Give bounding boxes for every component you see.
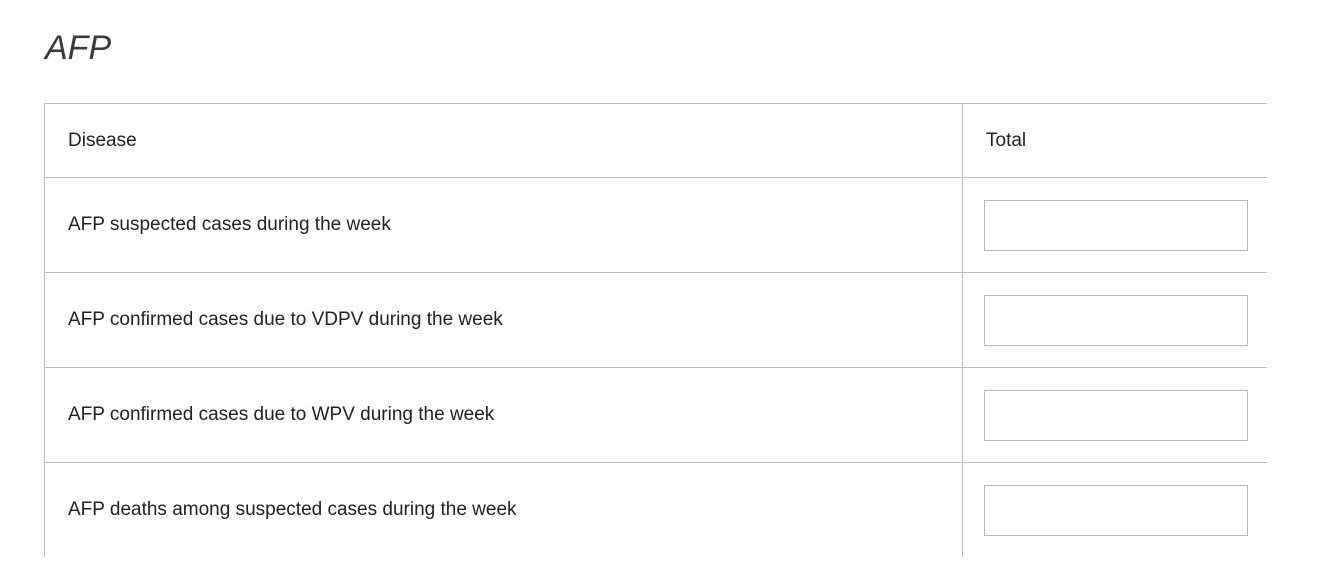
row-value-cell [962, 272, 1267, 368]
row-value-cell [962, 367, 1267, 463]
table-row: AFP confirmed cases due to VDPV during t… [44, 272, 1267, 368]
table-header-row: Disease Total [44, 103, 1267, 178]
table-row: AFP suspected cases during the week [44, 177, 1267, 273]
row-value-cell [962, 177, 1267, 273]
afp-table-container: Disease Total AFP suspected cases during… [44, 103, 1267, 557]
afp-table: Disease Total AFP suspected cases during… [44, 103, 1267, 557]
deaths-suspected-cases-total-input[interactable] [984, 484, 1248, 536]
wpv-confirmed-cases-total-input[interactable] [984, 389, 1248, 441]
column-header-total: Total [962, 103, 1267, 178]
vdpv-confirmed-cases-total-input[interactable] [984, 294, 1248, 346]
row-label-deaths-suspected-cases: AFP deaths among suspected cases during … [44, 462, 963, 557]
table-row: AFP confirmed cases due to WPV during th… [44, 367, 1267, 463]
section-title: AFP [45, 29, 112, 67]
table-row: AFP deaths among suspected cases during … [44, 462, 1267, 557]
column-header-disease: Disease [44, 103, 963, 178]
row-label-wpv-confirmed-cases: AFP confirmed cases due to WPV during th… [44, 367, 963, 463]
row-value-cell [962, 462, 1267, 557]
suspected-cases-total-input[interactable] [984, 199, 1248, 251]
row-label-suspected-cases: AFP suspected cases during the week [44, 177, 963, 273]
row-label-vdpv-confirmed-cases: AFP confirmed cases due to VDPV during t… [44, 272, 963, 368]
